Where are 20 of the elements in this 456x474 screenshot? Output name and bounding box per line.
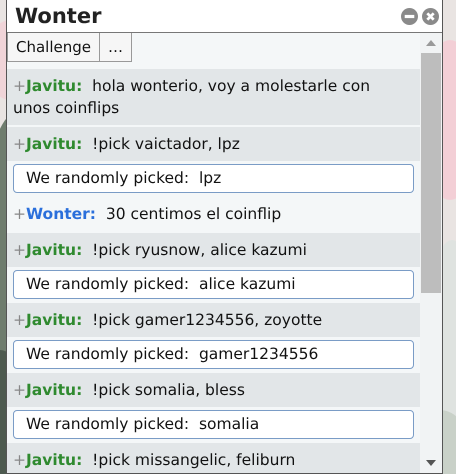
scroll-down-icon[interactable] [426, 460, 436, 466]
scroll-up-icon[interactable] [426, 40, 436, 46]
chat-message: +Javitu: !pick missangelic, feliburn [7, 443, 420, 473]
bot-reply: We randomly picked: somalia [13, 410, 414, 439]
window-title: Wonter [15, 4, 102, 28]
bot-reply: We randomly picked: lpz [13, 164, 414, 193]
chat-message: +Javitu: !pick somalia, bless [7, 373, 420, 407]
bot-reply: We randomly picked: gamer1234556 [13, 340, 414, 369]
tab[interactable]: Challenge [7, 33, 100, 62]
chat-message: +Javitu: !pick vaictador, lpz [7, 127, 420, 161]
chat-message: +Wonter: 30 centimos el coinflip [12, 204, 282, 225]
chat-message: +Javitu: hola wonterio, voy a molestarle con unos coinflips [7, 69, 420, 125]
scrollbar[interactable] [420, 33, 442, 473]
close-icon[interactable] [422, 8, 439, 24]
chat-message: +Javitu: !pick gamer1234556, zoyotte [7, 303, 420, 337]
scrollbar-thumb[interactable] [421, 53, 441, 293]
bot-reply: We randomly picked: alice kazumi [13, 270, 414, 299]
chat-message: +Javitu: !pick ryusnow, alice kazumi [7, 233, 420, 267]
tab[interactable]: … [99, 33, 132, 62]
minimize-icon[interactable] [401, 8, 418, 24]
